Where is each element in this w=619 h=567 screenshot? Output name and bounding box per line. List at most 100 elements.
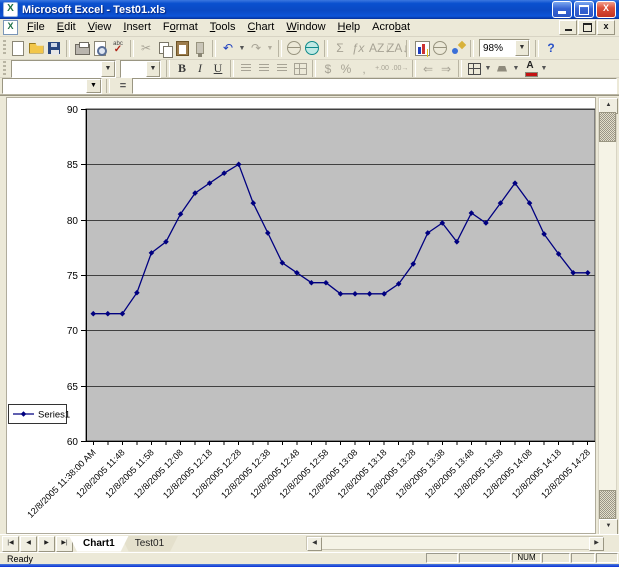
align-right-icon: [277, 64, 287, 73]
workbook-restore-button[interactable]: [578, 20, 596, 35]
font-name-combo-arrow[interactable]: ▼: [101, 61, 115, 77]
font-name-combo[interactable]: ▼: [11, 60, 116, 78]
sort-descending-button[interactable]: ZA↓: [385, 39, 403, 57]
drawing-button[interactable]: [449, 39, 467, 57]
scroll-right-button[interactable]: ▶: [589, 537, 604, 551]
window-title: Microsoft Excel - Test01.xls: [22, 4, 548, 16]
menu-tools[interactable]: Tools: [204, 20, 242, 35]
status-panel: [542, 553, 570, 563]
font-size-combo[interactable]: ▼: [120, 60, 161, 78]
increase-decimal-button[interactable]: +.00: [373, 61, 391, 76]
font-color-dropdown[interactable]: ▼: [539, 60, 549, 78]
menu-help[interactable]: Help: [332, 20, 367, 35]
horizontal-scrollbar[interactable]: ◀ ▶: [306, 536, 603, 550]
scroll-down-button[interactable]: ▼: [599, 519, 618, 535]
insert-hyperlink-button[interactable]: [285, 39, 303, 57]
italic-button[interactable]: I: [191, 61, 209, 76]
workbook-close-button[interactable]: x: [597, 20, 615, 35]
autosum-button[interactable]: Σ: [331, 39, 349, 57]
menu-file[interactable]: File: [21, 20, 51, 35]
borders-button[interactable]: [465, 61, 483, 76]
restore-button[interactable]: [574, 1, 594, 18]
toolbar-grip[interactable]: [3, 61, 6, 77]
first-sheet-button[interactable]: |◀: [2, 536, 19, 552]
redo-icon: ↷: [251, 41, 261, 55]
vertical-scroll-thumb[interactable]: [599, 112, 616, 142]
sheet-tab-chart1[interactable]: Chart1: [69, 536, 129, 552]
previous-sheet-button[interactable]: ◀: [20, 536, 37, 552]
menu-window[interactable]: Window: [280, 20, 331, 35]
next-sheet-button[interactable]: ▶: [38, 536, 55, 552]
open-button[interactable]: [27, 39, 45, 57]
fill-color-dropdown[interactable]: ▼: [511, 60, 521, 78]
align-right-button[interactable]: [273, 61, 291, 76]
chart-sheet[interactable]: 6065707580859012/8/2005 11:38:00 AM12/8/…: [6, 97, 596, 534]
close-button[interactable]: X: [596, 1, 616, 18]
align-left-button[interactable]: [237, 61, 255, 76]
toolbar-separator: [535, 40, 539, 57]
name-box-dropdown[interactable]: ▼: [86, 79, 101, 93]
menu-format[interactable]: Format: [157, 20, 204, 35]
chart-legend[interactable]: Series1: [9, 405, 71, 424]
fill-color-button[interactable]: [493, 61, 511, 76]
undo-button[interactable]: ↶: [219, 39, 237, 57]
zoom-combo[interactable]: 98% ▼: [479, 39, 530, 57]
format-painter-button[interactable]: [191, 39, 209, 57]
borders-dropdown[interactable]: ▼: [483, 60, 493, 78]
menu-insert[interactable]: Insert: [117, 20, 157, 35]
redo-dropdown[interactable]: ▼: [265, 39, 275, 57]
menu-acrobat[interactable]: Acrobat: [366, 20, 416, 35]
align-center-button[interactable]: [255, 61, 273, 76]
borders-icon: [468, 63, 481, 75]
merge-center-button[interactable]: [291, 61, 309, 76]
help-button[interactable]: ?: [542, 39, 560, 57]
menu-chart[interactable]: Chart: [241, 20, 280, 35]
decrease-indent-button[interactable]: ⇐: [419, 61, 437, 76]
status-panel: [571, 553, 595, 563]
zoom-combo-arrow[interactable]: ▼: [515, 40, 529, 56]
sheet-tab-test01[interactable]: Test01: [121, 536, 178, 552]
scroll-left-button[interactable]: ◀: [307, 537, 322, 551]
insert-hyperlink-icon: [287, 41, 301, 55]
edit-formula-button[interactable]: =: [114, 80, 132, 92]
bold-button[interactable]: B: [173, 61, 191, 76]
percent-button[interactable]: %: [337, 61, 355, 76]
minimize-button[interactable]: [552, 1, 572, 18]
line-chart[interactable]: 6065707580859012/8/2005 11:38:00 AM12/8/…: [7, 98, 596, 534]
cut-button[interactable]: ✂: [137, 39, 155, 57]
redo-button[interactable]: ↷: [247, 39, 265, 57]
vertical-scrollbar[interactable]: ▲ ▼: [598, 97, 617, 534]
chart-wizard-button[interactable]: [413, 39, 431, 57]
copy-icon: [159, 42, 169, 54]
spelling-button[interactable]: abc✓: [109, 39, 127, 57]
save-button[interactable]: [45, 39, 63, 57]
print-button[interactable]: [73, 39, 91, 57]
menu-view[interactable]: View: [82, 20, 118, 35]
name-box[interactable]: ▼: [2, 78, 102, 94]
font-size-combo-arrow[interactable]: ▼: [146, 61, 160, 77]
paste-button[interactable]: [173, 39, 191, 57]
undo-dropdown[interactable]: ▼: [237, 39, 247, 57]
font-color-button[interactable]: A: [521, 61, 539, 76]
decrease-decimal-button[interactable]: .00→: [391, 61, 409, 76]
workbook-minimize-button[interactable]: [559, 20, 577, 35]
print-preview-button[interactable]: [91, 39, 109, 57]
autosum-icon: Σ: [336, 41, 343, 55]
status-panel: [459, 553, 511, 563]
comma-button[interactable]: ,: [355, 61, 373, 76]
sort-ascending-button[interactable]: AZ↓: [367, 39, 385, 57]
font-color-icon: A: [526, 62, 533, 75]
toolbar-grip[interactable]: [3, 40, 6, 56]
zoom-combo-value: 98%: [483, 43, 503, 54]
menu-edit[interactable]: Edit: [51, 20, 82, 35]
vertical-scroll-block[interactable]: [599, 490, 616, 519]
map-button[interactable]: [431, 39, 449, 57]
paste-function-button[interactable]: ƒx: [349, 39, 367, 57]
currency-button[interactable]: $: [319, 61, 337, 76]
web-toolbar-button[interactable]: [303, 39, 321, 57]
underline-button[interactable]: U: [209, 61, 227, 76]
copy-button[interactable]: [155, 39, 173, 57]
new-workbook-button[interactable]: [9, 39, 27, 57]
formula-input[interactable]: [132, 78, 617, 94]
increase-indent-button[interactable]: ⇒: [437, 61, 455, 76]
